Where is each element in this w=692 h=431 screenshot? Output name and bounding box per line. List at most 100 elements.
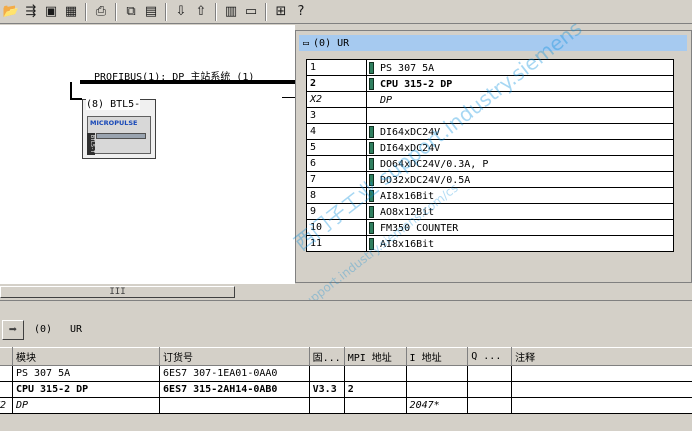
module-cell[interactable]: CPU 315-2 DP: [366, 75, 674, 92]
slot-number: 6: [306, 155, 367, 172]
module-icon: [369, 157, 374, 170]
rack-row[interactable]: X2 DP: [306, 91, 674, 108]
module-name: AI8x16Bit: [380, 190, 435, 202]
copy-icon[interactable]: ⧉: [122, 3, 140, 21]
module-cell[interactable]: DO32xDC24V/0.5A: [366, 171, 674, 188]
table-row[interactable]: X2DP 2047*: [0, 397, 692, 414]
scrollbar-thumb[interactable]: III: [0, 286, 235, 298]
table-cell[interactable]: [343, 397, 407, 414]
module-cell[interactable]: DO64xDC24V/0.3A, P: [366, 155, 674, 172]
table-cell[interactable]: [343, 365, 407, 382]
module-name: DO64xDC24V/0.3A, P: [380, 158, 489, 170]
rack-row[interactable]: 1 PS 307 5A: [306, 59, 674, 76]
toolbar-separator: [85, 2, 87, 21]
table-cell[interactable]: PS 307 5A: [11, 365, 161, 382]
rack-row[interactable]: 4 DI64xDC24V: [306, 123, 674, 140]
rack-row[interactable]: 5 DI64xDC24V: [306, 139, 674, 156]
table-cell[interactable]: [308, 397, 345, 414]
module-icon: [369, 125, 374, 138]
table-cell[interactable]: [467, 397, 513, 414]
table-cell[interactable]: [308, 365, 345, 382]
rack-icon: ▭: [303, 37, 310, 49]
module-name: AI8x16Bit: [380, 238, 435, 250]
rack-nav-name: UR: [70, 324, 83, 335]
rack-row[interactable]: 11 AI8x16Bit: [306, 235, 674, 252]
table-cell[interactable]: X2: [0, 397, 13, 414]
download-icon[interactable]: ⇩: [172, 3, 190, 21]
open-folder-icon[interactable]: 📂: [2, 3, 20, 21]
column-header[interactable]: 注释: [511, 347, 692, 366]
save-compile-icon[interactable]: ▦: [62, 3, 80, 21]
module-cell[interactable]: DI64xDC24V: [366, 123, 674, 140]
horizontal-scrollbar[interactable]: III: [0, 283, 295, 299]
network-view[interactable]: PROFIBUS(1): DP 主站系统 (1) MICROPULSE BTL5…: [0, 25, 295, 283]
module-name: DO32xDC24V/0.5A: [380, 174, 471, 186]
module-name: DI64xDC24V: [380, 126, 441, 138]
column-header[interactable]: 订货号: [159, 347, 310, 366]
rack-header[interactable]: ▭ (0) UR: [299, 35, 687, 51]
module-icon: [369, 221, 374, 234]
module-cell[interactable]: PS 307 5A: [366, 59, 674, 76]
rack-row[interactable]: 3: [306, 107, 674, 124]
upload-icon[interactable]: ⇧: [192, 3, 210, 21]
catalog-icon[interactable]: ▥: [222, 3, 240, 21]
module-cell[interactable]: FM350 COUNTER: [366, 219, 674, 236]
back-arrow-icon[interactable]: ➡: [2, 320, 24, 340]
table-cell[interactable]: 1: [0, 365, 13, 382]
table-cell[interactable]: 2: [0, 381, 13, 398]
module-cell[interactable]: AI8x16Bit: [366, 187, 674, 204]
rack-row[interactable]: 6 DO64xDC24V/0.3A, P: [306, 155, 674, 172]
rack-row[interactable]: 10 FM350 COUNTER: [306, 219, 674, 236]
print-icon[interactable]: ⎙: [92, 3, 110, 21]
rack-row[interactable]: 2 CPU 315-2 DP: [306, 75, 674, 92]
table-row[interactable]: 2CPU 315-2 DP6ES7 315-2AH14-0AB0V3.32: [0, 381, 692, 398]
rack-row[interactable]: 9 AO8x12Bit: [306, 203, 674, 220]
table-cell[interactable]: [467, 381, 513, 398]
table-row[interactable]: 1PS 307 5A6ES7 307-1EA01-0AA0: [0, 365, 692, 382]
table-cell[interactable]: [159, 397, 310, 414]
netpro-icon[interactable]: ⊞: [272, 3, 290, 21]
module-cell[interactable]: DI64xDC24V: [366, 139, 674, 156]
module-detail-panel: ➡ (0) UR 模块订货号固...MPI 地址I 地址Q ...注释 1PS …: [0, 300, 692, 431]
module-cell[interactable]: DP: [366, 91, 674, 108]
table-cell[interactable]: CPU 315-2 DP: [11, 381, 161, 398]
column-header[interactable]: 固...: [308, 347, 345, 366]
table-cell[interactable]: 6ES7 307-1EA01-0AA0: [159, 365, 310, 382]
table-cell[interactable]: DP: [11, 397, 161, 414]
table-cell[interactable]: [405, 365, 469, 382]
module-cell[interactable]: AO8x12Bit: [366, 203, 674, 220]
module-cell[interactable]: AI8x16Bit: [366, 235, 674, 252]
rack-row[interactable]: 7 DO32xDC24V/0.5A: [306, 171, 674, 188]
column-header[interactable]: [0, 347, 13, 366]
table-cell[interactable]: [405, 381, 469, 398]
toolbar-separator: [215, 2, 217, 21]
rack-row[interactable]: 8 AI8x16Bit: [306, 187, 674, 204]
toolbar: 📂 ⇶ ▣ ▦ ⎙ ⧉ ▤ ⇩ ⇧ ▥ ▭ ⊞ ?: [0, 0, 692, 24]
slot-number: X2: [306, 91, 367, 108]
table-cell[interactable]: [511, 397, 692, 414]
slot-number: 2: [306, 75, 367, 92]
table-cell[interactable]: 6ES7 315-2AH14-0AB0: [159, 381, 310, 398]
module-icon: [369, 61, 374, 74]
save-icon[interactable]: ▣: [42, 3, 60, 21]
toolbar-separator: [265, 2, 267, 21]
table-cell[interactable]: [511, 365, 692, 382]
table-cell[interactable]: 2047*: [405, 397, 469, 414]
help-icon[interactable]: ?: [292, 3, 310, 21]
column-header[interactable]: Q ...: [467, 347, 513, 366]
column-header[interactable]: MPI 地址: [343, 347, 407, 366]
slot-number: 9: [306, 203, 367, 220]
table-cell[interactable]: [467, 365, 513, 382]
network-icon[interactable]: ⇶: [22, 3, 40, 21]
table-cell[interactable]: V3.3: [308, 381, 345, 398]
table-cell[interactable]: [511, 381, 692, 398]
module-cell[interactable]: [366, 107, 674, 124]
micropulse-device-image: MICROPULSE BTL5-T: [87, 116, 151, 155]
slot-number: 1: [306, 59, 367, 76]
window-icon[interactable]: ▭: [242, 3, 260, 21]
column-header[interactable]: I 地址: [405, 347, 469, 366]
paste-icon[interactable]: ▤: [142, 3, 160, 21]
module-name: DI64xDC24V: [380, 142, 441, 154]
table-cell[interactable]: 2: [343, 381, 407, 398]
column-header[interactable]: 模块: [11, 347, 161, 366]
